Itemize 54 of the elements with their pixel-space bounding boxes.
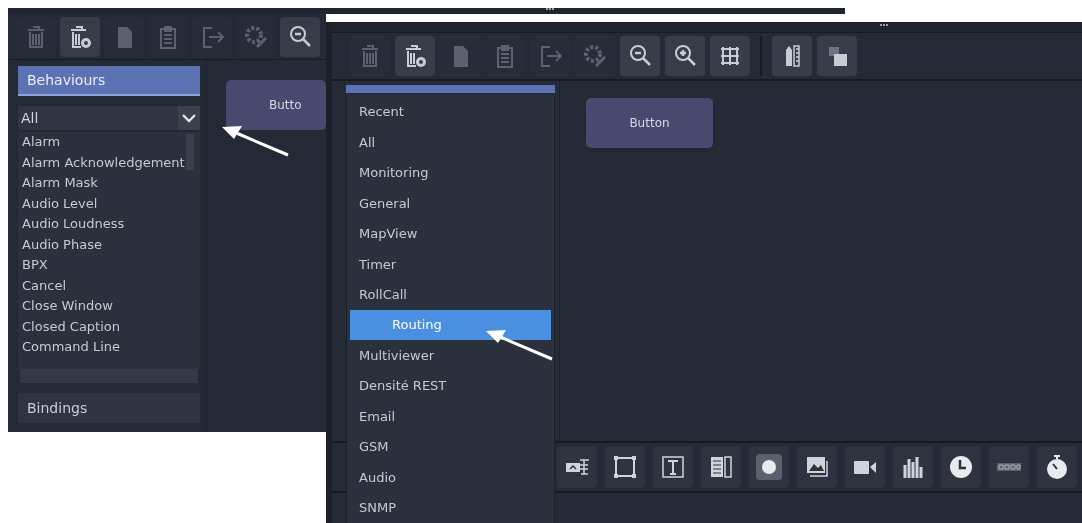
panel-header[interactable]: Behaviours — [18, 66, 200, 96]
list-item[interactable]: Alarm — [22, 132, 200, 153]
canvas-button[interactable]: Butto — [226, 80, 326, 130]
menu-item[interactable]: All — [347, 127, 554, 158]
pointer-arrow — [486, 330, 553, 361]
palette-button[interactable] — [749, 446, 789, 488]
list-item[interactable]: Audio Level — [22, 193, 200, 214]
canvas-button[interactable]: Button — [586, 98, 713, 148]
menu-item[interactable]: Audio — [347, 462, 554, 493]
toolbar-button[interactable] — [60, 16, 100, 57]
menu-item[interactable]: Densité REST — [347, 370, 554, 402]
toolbar-button[interactable] — [280, 16, 320, 57]
list-item[interactable]: Close Window — [22, 296, 200, 317]
menu-item[interactable]: GSM — [347, 431, 554, 463]
palette-button[interactable] — [557, 446, 597, 488]
menu-item[interactable]: Monitoring — [347, 157, 554, 189]
menu-item[interactable]: RollCall — [347, 279, 554, 310]
menu-item[interactable]: General — [347, 188, 554, 219]
palette-button[interactable] — [941, 446, 981, 488]
palette-button[interactable] — [845, 446, 885, 488]
palette-button[interactable] — [893, 446, 933, 488]
list-item[interactable]: Cancel — [22, 275, 200, 296]
palette-button[interactable] — [797, 446, 837, 488]
grip-icon[interactable] — [546, 8, 554, 13]
list-item[interactable]: Command Line — [22, 337, 200, 358]
menu-item[interactable]: Timer — [347, 249, 554, 280]
palette-button[interactable] — [653, 446, 693, 488]
list-item[interactable]: Alarm Mask — [22, 173, 200, 194]
chevron-down-icon — [182, 113, 196, 123]
list-item[interactable]: Audio Loudness — [22, 214, 200, 235]
menu-item[interactable]: Recent — [347, 97, 554, 128]
grip-icon[interactable] — [880, 24, 888, 29]
toolbar-button[interactable] — [817, 36, 857, 76]
toolbar-button[interactable] — [710, 36, 750, 76]
menu-item[interactable]: Email — [347, 401, 554, 432]
menu-item[interactable]: MapView — [347, 218, 554, 250]
list-item[interactable]: Closed Caption — [22, 316, 200, 337]
pointer-arrow — [222, 126, 289, 157]
list-item[interactable]: Alarm Acknowledgement — [22, 152, 200, 173]
toolbar-button[interactable] — [620, 36, 660, 76]
toolbar-button[interactable] — [665, 36, 705, 76]
toolbar-button[interactable] — [395, 36, 435, 76]
panel-header[interactable]: Bindings — [18, 393, 200, 423]
list-item[interactable]: BPX — [22, 255, 200, 276]
palette-button[interactable] — [1037, 446, 1077, 488]
dropdown-value: All — [20, 108, 39, 128]
palette-button[interactable] — [701, 446, 741, 488]
palette-button[interactable] — [605, 446, 645, 488]
toolbar-button[interactable] — [772, 36, 812, 76]
digital-counter-icon — [997, 463, 1021, 471]
list-item[interactable]: Audio Phase — [22, 234, 200, 255]
menu-item[interactable]: Multiviewer — [347, 340, 554, 371]
menu-item[interactable]: SNMP — [347, 492, 554, 523]
filter-dropdown[interactable]: All — [18, 106, 200, 130]
